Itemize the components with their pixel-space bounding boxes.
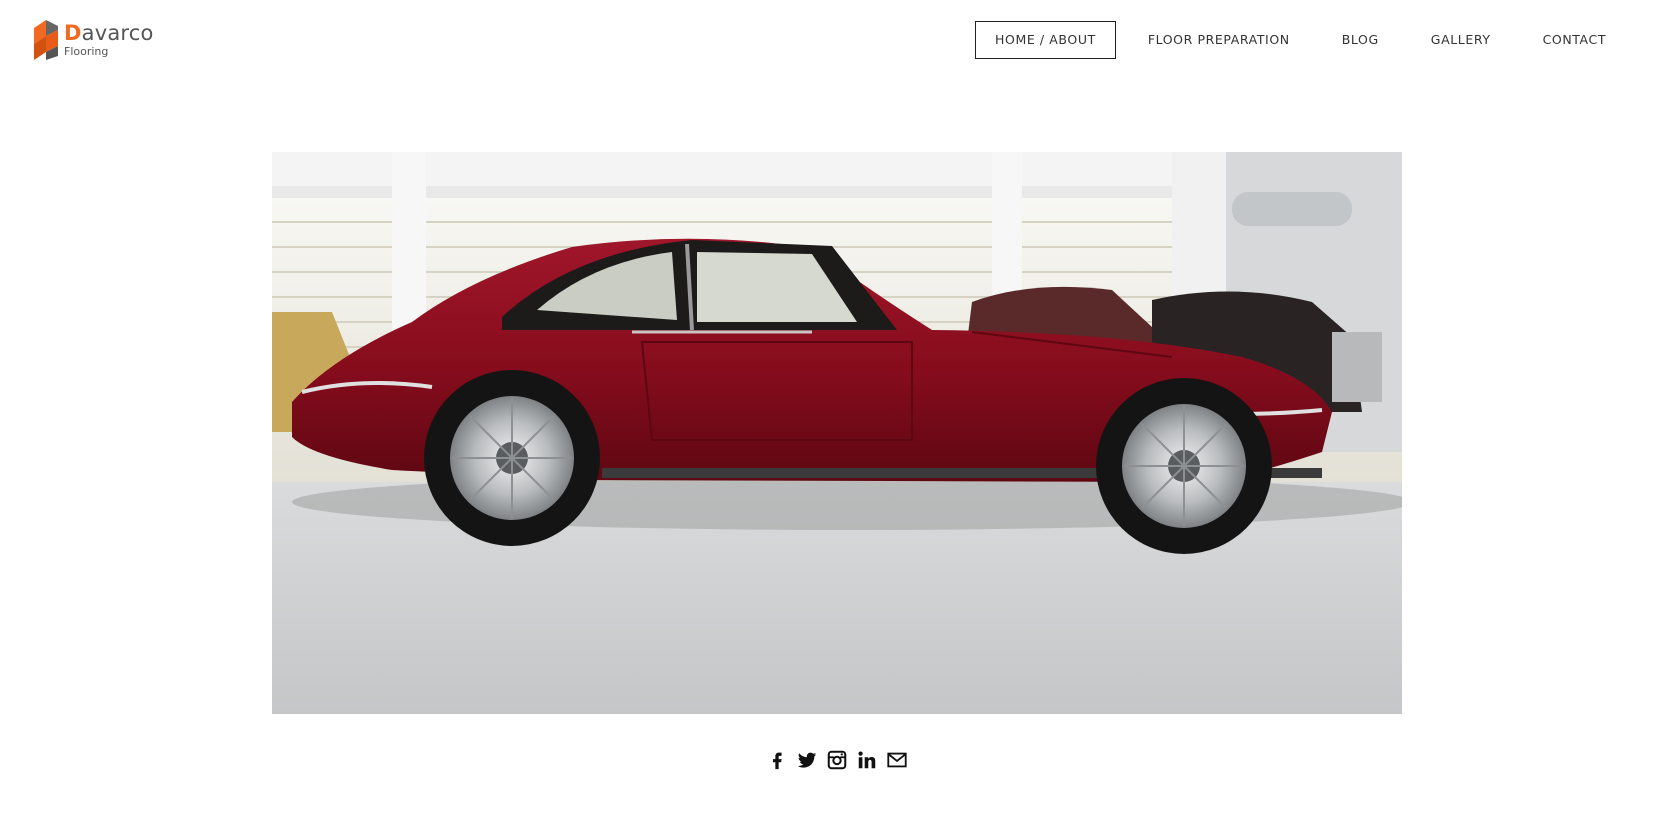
logo-first-letter: D: [64, 21, 82, 45]
linkedin-icon[interactable]: [854, 747, 880, 773]
front-wheel: [1096, 378, 1272, 554]
instagram-icon[interactable]: [824, 747, 850, 773]
logo-icon: [34, 20, 58, 60]
logo-name-rest: avarco: [81, 21, 154, 45]
logo-name: Davarco: [64, 23, 154, 44]
social-links: [764, 747, 914, 773]
mail-icon[interactable]: [884, 747, 910, 773]
nav-item-gallery[interactable]: GALLERY: [1411, 21, 1511, 59]
logo-text: Davarco Flooring: [64, 23, 154, 58]
air-duct: [1232, 192, 1352, 226]
logo-subtitle: Flooring: [64, 45, 109, 58]
hero-image: [272, 152, 1402, 714]
nav-item-blog[interactable]: BLOG: [1322, 21, 1399, 59]
twitter-icon[interactable]: [794, 747, 820, 773]
facebook-icon[interactable]: [764, 747, 790, 773]
logo-link[interactable]: Davarco Flooring: [34, 20, 154, 60]
main-nav: HOME / ABOUT FLOOR PREPARATION BLOG GALL…: [975, 21, 1626, 59]
hero-car-illustration: [272, 152, 1402, 714]
nav-item-floor-preparation[interactable]: FLOOR PREPARATION: [1128, 21, 1310, 59]
nav-item-contact[interactable]: CONTACT: [1523, 21, 1626, 59]
nav-item-home-about[interactable]: HOME / ABOUT: [975, 21, 1116, 59]
site-header: Davarco Flooring HOME / ABOUT FLOOR PREP…: [0, 0, 1657, 90]
rear-wheel: [424, 370, 600, 546]
